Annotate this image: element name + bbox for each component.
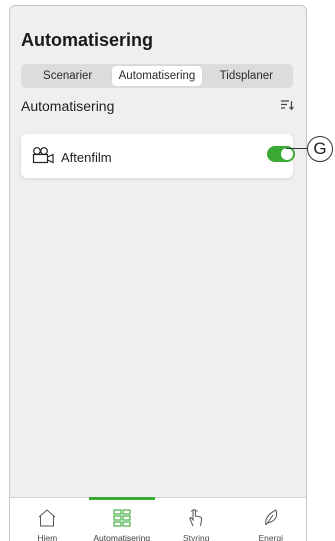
tab-label: Hjem — [37, 533, 58, 541]
home-icon — [38, 509, 56, 527]
movie-camera-icon — [32, 147, 54, 164]
grid-icon — [113, 509, 131, 527]
tab-automatisering-nav[interactable]: Automatisering — [85, 497, 160, 541]
leaf-icon — [264, 509, 277, 526]
tab-styring[interactable]: Styring — [159, 498, 234, 541]
toggle-knob — [281, 148, 293, 160]
hand-touch-icon — [189, 509, 203, 527]
tab-automatisering[interactable]: Automatisering — [112, 66, 202, 86]
bottom-tab-bar: Hjem Automatisering Styring Energi — [10, 497, 307, 541]
tab-tidsplaner[interactable]: Tidsplaner — [202, 66, 291, 86]
section-title: Automatisering — [21, 98, 115, 114]
automation-card[interactable]: Aftenfilm — [21, 134, 295, 178]
tab-hjem[interactable]: Hjem — [10, 498, 85, 541]
segmented-control: Scenarier Automatisering Tidsplaner — [21, 64, 293, 88]
tab-scenarier[interactable]: Scenarier — [23, 66, 112, 86]
tab-label: Automatisering — [93, 533, 151, 541]
sort-icon[interactable] — [280, 98, 294, 112]
callout-marker: G — [307, 136, 333, 162]
tab-label: Energi — [258, 533, 284, 541]
callout-line — [286, 148, 308, 149]
automation-label: Aftenfilm — [61, 150, 112, 165]
tab-label: Styring — [183, 533, 210, 541]
page-title: Automatisering — [21, 30, 154, 50]
app-screen: Automatisering Scenarier Automatisering … — [9, 5, 307, 541]
tab-energi[interactable]: Energi — [234, 498, 307, 541]
